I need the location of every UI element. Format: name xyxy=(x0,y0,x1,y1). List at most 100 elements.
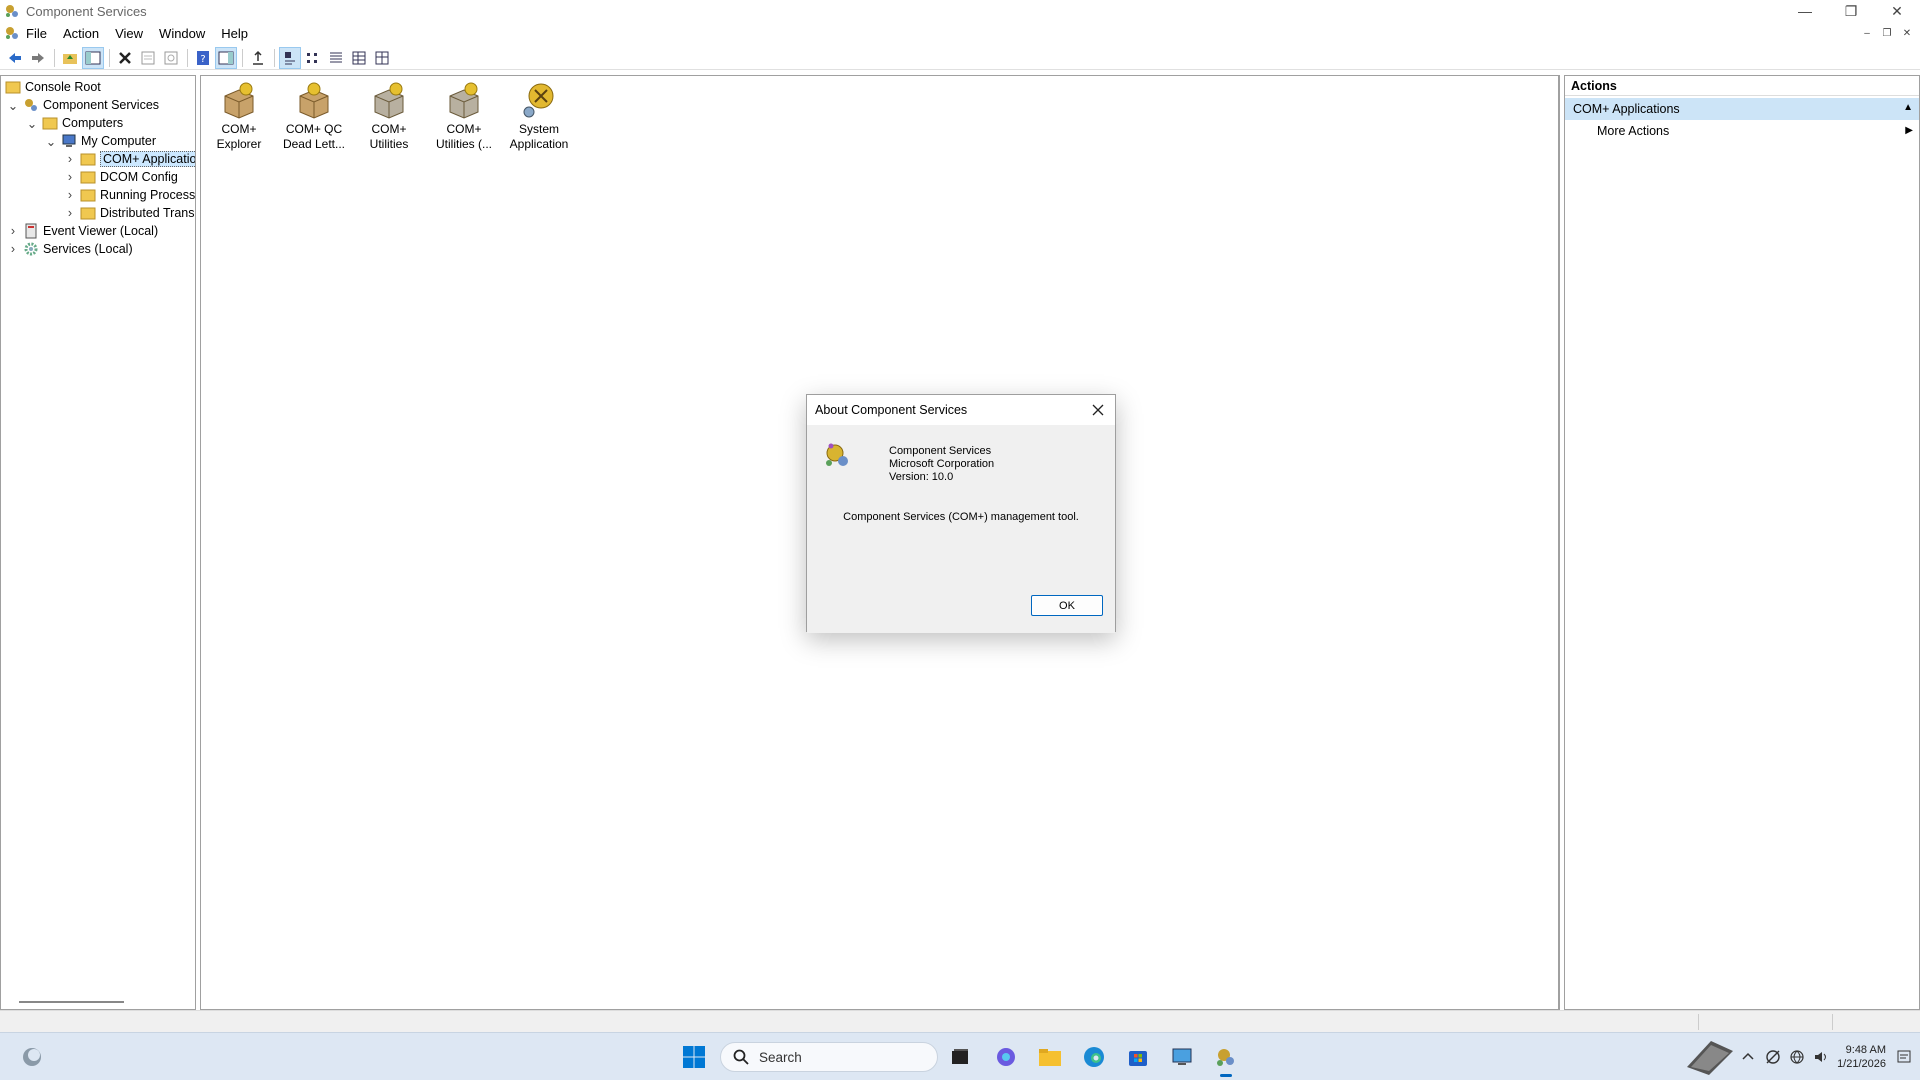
menu-file[interactable]: File xyxy=(26,26,57,41)
view-small-icons-button[interactable] xyxy=(302,47,324,69)
copilot-icon xyxy=(997,1048,1015,1066)
tree-dcom-config[interactable]: › DCOM Config xyxy=(64,168,178,186)
copilot-button[interactable] xyxy=(990,1041,1022,1073)
menu-window[interactable]: Window xyxy=(159,26,215,41)
folder-icon xyxy=(80,153,96,166)
weather-icon xyxy=(23,1048,41,1066)
chevron-down-icon[interactable]: ⌄ xyxy=(26,117,38,131)
mdi-minimize-button[interactable]: – xyxy=(1860,26,1874,40)
tree-running-processes[interactable]: › Running Processes xyxy=(64,186,195,204)
item-com-qc-dead-letter[interactable]: COM+ QC Dead Lett... xyxy=(278,80,350,152)
tree-event-viewer[interactable]: › Event Viewer (Local) xyxy=(7,222,158,240)
show-hide-tree-button[interactable] xyxy=(82,46,104,69)
more-actions-item[interactable]: More Actions ▶ xyxy=(1565,120,1919,142)
tree-computers[interactable]: ⌄ Computers xyxy=(26,114,123,132)
dialog-close-button[interactable] xyxy=(1087,400,1109,420)
restore-button[interactable]: ❐ xyxy=(1828,0,1874,22)
title-bar: Component Services — ❐ ✕ xyxy=(0,0,1920,22)
folder-icon xyxy=(80,189,96,202)
delete-button[interactable] xyxy=(114,47,136,69)
delete-x-icon xyxy=(119,51,131,64)
volume-icon[interactable] xyxy=(1813,1049,1829,1065)
forward-button[interactable] xyxy=(27,47,49,69)
no-network-icon[interactable] xyxy=(1765,1049,1781,1065)
chevron-up-icon[interactable] xyxy=(1741,1050,1755,1064)
taskbar-search[interactable]: Search xyxy=(720,1042,938,1072)
tree-console-root[interactable]: Console Root xyxy=(5,78,101,96)
view-large-icons-button[interactable] xyxy=(279,46,301,69)
dialog-description: Component Services (COM+) management too… xyxy=(843,511,1079,523)
system-application-icon xyxy=(523,83,554,118)
window-title: Component Services xyxy=(26,3,147,19)
ok-button[interactable]: OK xyxy=(1031,595,1103,616)
mdi-close-button[interactable]: ✕ xyxy=(1900,26,1914,40)
dialog-title: About Component Services xyxy=(815,403,968,417)
clock[interactable]: 9:48 AM 1/21/2026 xyxy=(1837,1043,1886,1071)
status-view-icon xyxy=(375,51,389,64)
submenu-arrow-icon: ▶ xyxy=(1905,125,1913,136)
clock-time: 9:48 AM xyxy=(1845,1044,1886,1056)
chevron-right-icon[interactable]: › xyxy=(64,152,76,166)
system-tray: 9:48 AM 1/21/2026 xyxy=(1683,1039,1912,1075)
chevron-right-icon[interactable]: › xyxy=(7,242,19,256)
clock-date: 1/21/2026 xyxy=(1837,1058,1886,1070)
folder-icon xyxy=(80,207,96,220)
package-icon xyxy=(299,82,329,119)
chevron-right-icon[interactable]: › xyxy=(64,170,76,184)
up-one-level-button[interactable] xyxy=(59,47,81,69)
item-system-application[interactable]: System Application xyxy=(503,80,575,152)
status-bar xyxy=(0,1010,1920,1032)
toolbar-separator xyxy=(54,48,55,67)
chevron-right-icon[interactable]: › xyxy=(7,224,19,238)
menu-action[interactable]: Action xyxy=(63,26,109,41)
tree-services-local[interactable]: › Services (Local) xyxy=(7,240,133,258)
edge-button[interactable] xyxy=(1078,1041,1110,1073)
folder-icon xyxy=(42,117,58,130)
view-list-button[interactable] xyxy=(325,47,347,69)
item-com-utilities[interactable]: COM+ Utilities xyxy=(353,80,425,152)
properties-button[interactable] xyxy=(137,47,159,69)
globe-icon[interactable] xyxy=(1789,1049,1805,1065)
refresh-button[interactable] xyxy=(160,47,182,69)
menu-view[interactable]: View xyxy=(115,26,153,41)
task-view-button[interactable] xyxy=(944,1041,976,1073)
help-button[interactable]: ? xyxy=(192,47,214,69)
view-status-button[interactable] xyxy=(371,47,393,69)
item-label: COM+ xyxy=(371,122,407,136)
component-services-taskbar-button[interactable] xyxy=(1210,1041,1242,1077)
actions-section-com-applications[interactable]: COM+ Applications ▲ xyxy=(1565,98,1919,120)
control-panel-button[interactable] xyxy=(1166,1041,1198,1073)
system-menu-icon[interactable] xyxy=(4,25,20,41)
notebook-icon[interactable] xyxy=(1683,1037,1737,1077)
export-list-button[interactable] xyxy=(247,47,269,69)
menu-help[interactable]: Help xyxy=(221,26,258,41)
chevron-down-icon[interactable]: ⌄ xyxy=(45,135,57,149)
chevron-right-icon[interactable]: › xyxy=(64,188,76,202)
search-placeholder: Search xyxy=(759,1049,802,1065)
tree-component-services[interactable]: ⌄ Component Services xyxy=(7,96,159,114)
folder-icon xyxy=(1039,1049,1061,1066)
tree-my-computer[interactable]: ⌄ My Computer xyxy=(45,132,156,150)
task-view-icon xyxy=(952,1049,968,1064)
start-button[interactable] xyxy=(678,1041,710,1073)
widgets-button[interactable] xyxy=(16,1041,48,1073)
item-com-utilities-32[interactable]: COM+ Utilities (... xyxy=(428,80,500,152)
store-button[interactable] xyxy=(1122,1041,1154,1073)
chevron-down-icon[interactable]: ⌄ xyxy=(7,99,19,113)
back-button[interactable] xyxy=(4,47,26,69)
tree-com-applications[interactable]: › COM+ Applications xyxy=(64,150,195,168)
show-hide-action-pane-button[interactable] xyxy=(215,46,237,69)
view-detail-button[interactable] xyxy=(348,47,370,69)
notifications-icon[interactable] xyxy=(1896,1049,1912,1065)
component-services-icon xyxy=(6,5,18,17)
collapse-up-icon[interactable]: ▲ xyxy=(1903,102,1913,113)
horizontal-scrollbar[interactable] xyxy=(19,1001,124,1003)
file-explorer-button[interactable] xyxy=(1034,1041,1066,1073)
minimize-button[interactable]: — xyxy=(1782,0,1828,22)
item-com-explorer[interactable]: COM+ Explorer xyxy=(203,80,275,152)
chevron-right-icon[interactable]: › xyxy=(64,206,76,220)
tree-distributed-transaction[interactable]: › Distributed Transaction Coordinator xyxy=(64,204,195,222)
mdi-restore-button[interactable]: ❐ xyxy=(1880,26,1894,40)
console-tree[interactable]: Console Root ⌄ Component Services ⌄ Comp… xyxy=(0,75,196,1010)
close-button[interactable]: ✕ xyxy=(1874,0,1920,22)
